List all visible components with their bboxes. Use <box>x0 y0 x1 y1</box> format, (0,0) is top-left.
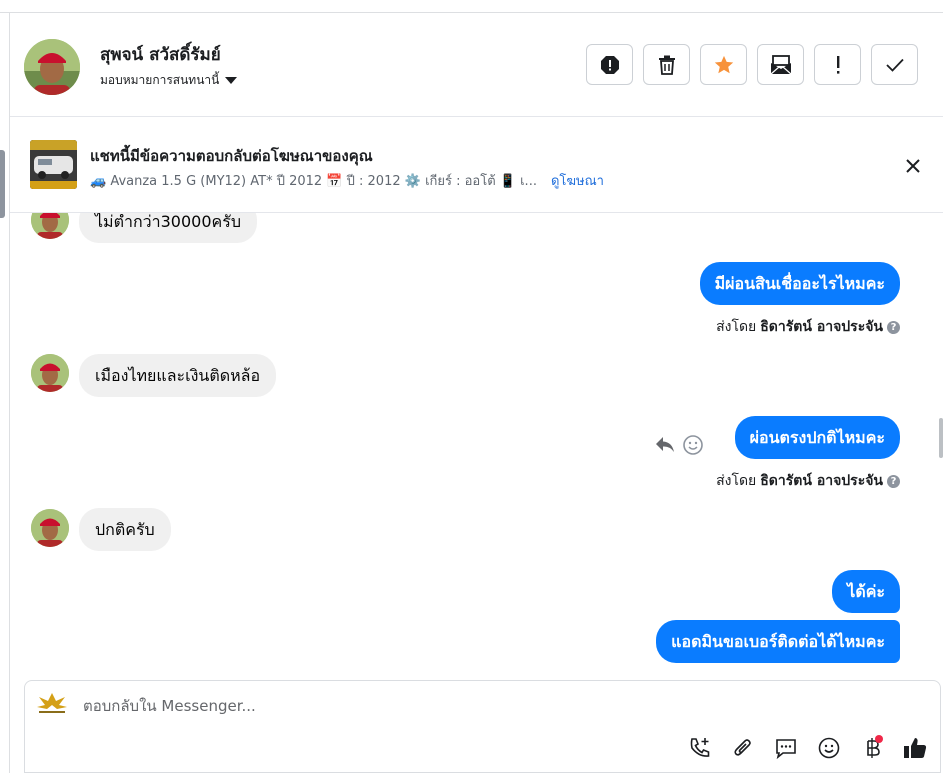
page-logo <box>35 691 69 717</box>
sent-by-prefix: ส่งโดย <box>716 319 757 335</box>
ad-reply-banner: แชทนี้มีข้อความตอบกลับต่อโฆษณาของคุณ 🚙 A… <box>10 118 943 213</box>
emoji-button[interactable] <box>816 735 842 761</box>
banner-subtitle-row: 🚙 Avanza 1.5 G (MY12) AT* ปี 2012 📅 ปี :… <box>90 170 604 191</box>
close-banner-button[interactable] <box>903 156 923 176</box>
incoming-message[interactable]: ไม่ต่ำกว่า30000ครับ <box>79 213 257 243</box>
payment-button[interactable] <box>859 735 885 761</box>
mark-done-button[interactable] <box>871 44 918 85</box>
checkmark-icon <box>885 58 904 72</box>
reply-arrow-icon <box>656 437 674 452</box>
sender-name: ธิดารัตน์ อาจประจัน <box>760 473 883 489</box>
scrollbar-thumb[interactable] <box>939 418 943 458</box>
incoming-message[interactable]: ปกติครับ <box>79 508 171 551</box>
header-actions <box>586 44 918 85</box>
chat-scrollbar[interactable] <box>935 213 943 675</box>
composer-tools <box>687 735 928 761</box>
side-panel-handle[interactable] <box>0 150 5 218</box>
mark-spam-button[interactable] <box>814 44 861 85</box>
chat-bubble-icon <box>776 739 796 760</box>
reply-button[interactable] <box>654 434 676 456</box>
caret-down-icon <box>225 77 238 84</box>
ad-description: 🚙 Avanza 1.5 G (MY12) AT* ปี 2012 📅 ปี :… <box>90 174 537 189</box>
exclamation-octagon-icon <box>600 55 619 74</box>
attach-button[interactable] <box>730 735 756 761</box>
contact-avatar[interactable] <box>24 39 80 95</box>
saved-replies-button[interactable] <box>773 735 799 761</box>
notification-dot <box>875 735 883 743</box>
trash-icon <box>658 55 675 75</box>
star-button[interactable] <box>700 44 747 85</box>
help-icon[interactable]: ? <box>887 320 900 334</box>
assign-conversation-dropdown[interactable]: มอบหมายการสนทนานี้ <box>100 71 238 90</box>
smiley-icon <box>683 435 703 455</box>
outgoing-message[interactable]: แอดมินขอเบอร์ติดต่อได้ไหมคะ <box>656 620 900 663</box>
message-thread[interactable]: ไม่ต่ำกว่า30000ครับ มีผ่อนสินเชื่ออะไรไห… <box>10 213 943 675</box>
envelope-icon <box>770 54 791 74</box>
outgoing-message[interactable]: มีผ่อนสินเชื่ออะไรไหมคะ <box>699 262 900 305</box>
conversation-header: สุพจน์ สวัสดิ์รัมย์ มอบหมายการสนทนานี้ <box>10 13 943 117</box>
report-button[interactable] <box>586 44 633 85</box>
ad-thumbnail[interactable] <box>30 140 77 189</box>
react-button[interactable] <box>682 434 704 456</box>
exclamation-icon <box>836 55 839 74</box>
banner-title: แชทนี้มีข้อความตอบกลับต่อโฆษณาของคุณ <box>90 147 373 165</box>
contact-avatar-small <box>31 509 69 547</box>
help-icon[interactable]: ? <box>887 474 900 488</box>
view-ad-link[interactable]: ดูโฆษณา <box>551 170 604 191</box>
incoming-message[interactable]: เมืองไทยและเงินติดหล้อ <box>79 354 277 397</box>
delete-button[interactable] <box>643 44 690 85</box>
contact-avatar-small <box>31 354 69 392</box>
sender-name: ธิดารัตน์ อาจประจัน <box>760 319 883 335</box>
thumbs-up-icon <box>904 738 927 758</box>
outgoing-message[interactable]: ได้ค่ะ <box>832 570 900 613</box>
mark-unread-button[interactable] <box>757 44 804 85</box>
smiley-icon <box>818 737 840 759</box>
sent-by-prefix: ส่งโดย <box>716 473 757 489</box>
like-button[interactable] <box>902 735 928 761</box>
reply-composer <box>24 680 941 773</box>
close-icon <box>906 159 920 173</box>
phone-plus-icon <box>690 738 710 757</box>
contact-name: สุพจน์ สวัสดิ์รัมย์ <box>100 45 221 65</box>
call-button[interactable] <box>687 735 713 761</box>
star-icon <box>714 55 733 73</box>
message-input[interactable] <box>83 697 783 715</box>
contact-avatar-small <box>31 213 69 239</box>
outgoing-message[interactable]: ผ่อนตรงปกติไหมคะ <box>734 416 900 459</box>
paperclip-icon <box>734 739 751 756</box>
sent-by-label: ส่งโดย ธิดารัตน์ อาจประจัน ? <box>716 316 900 338</box>
sent-by-label: ส่งโดย ธิดารัตน์ อาจประจัน ? <box>716 470 900 492</box>
assign-label: มอบหมายการสนทนานี้ <box>100 73 220 87</box>
